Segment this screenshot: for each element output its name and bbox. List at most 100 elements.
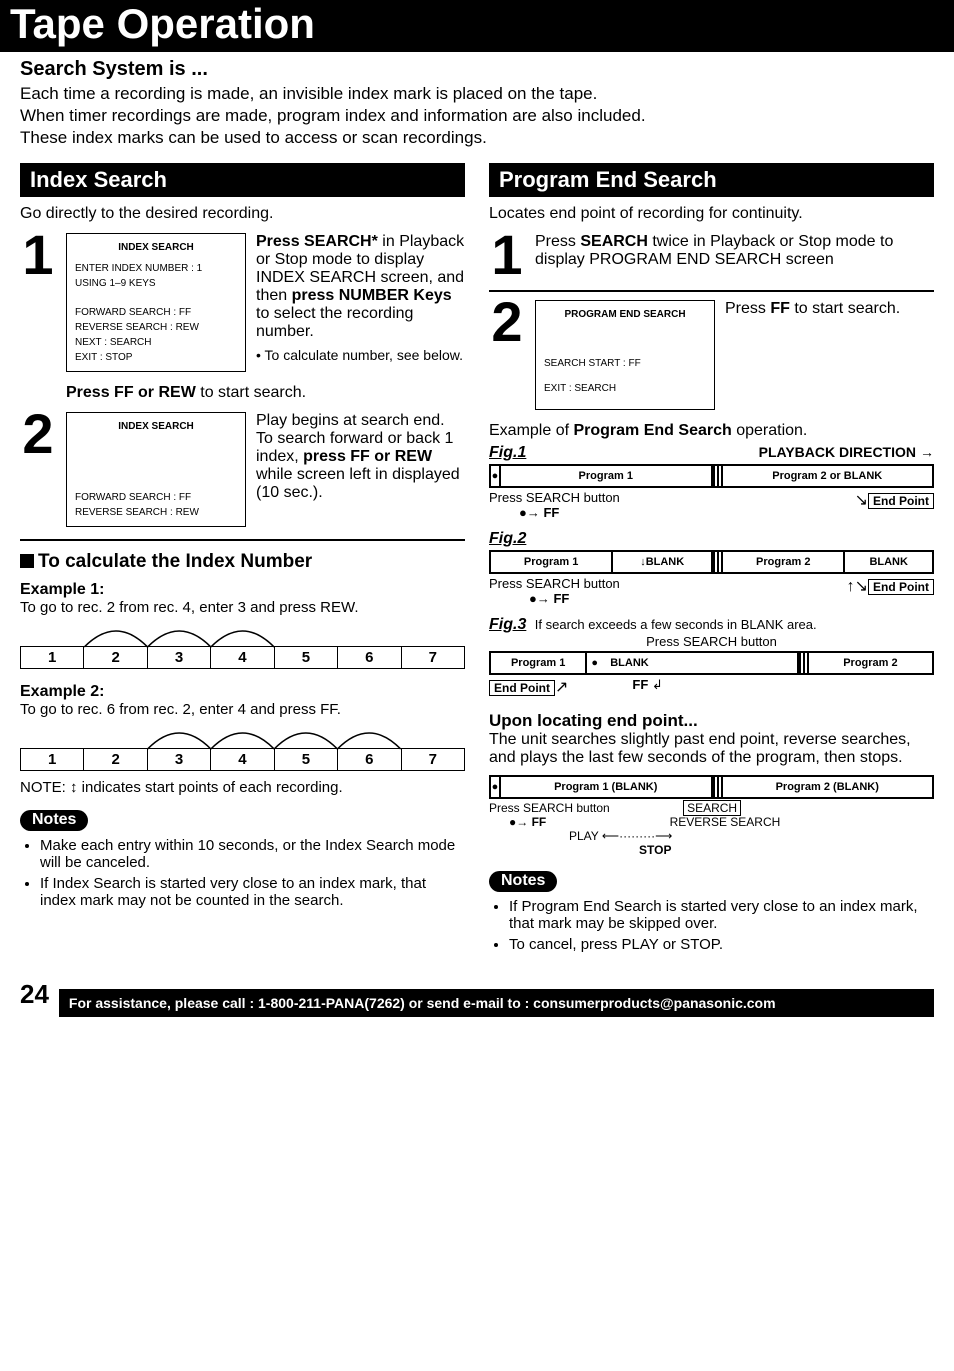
- ff-label: FF: [532, 815, 547, 829]
- index-mark-icon: [713, 466, 723, 486]
- index-mark-icon: [713, 777, 723, 797]
- text: FF: [770, 300, 790, 317]
- fig-3-subtitle: If search exceeds a few seconds in BLANK…: [535, 617, 817, 632]
- play-label: PLAY: [569, 829, 599, 843]
- step-number: 2: [489, 300, 525, 345]
- text: while screen left in displayed (10 sec.)…: [256, 466, 460, 501]
- press-search-caption: Press SEARCH button: [489, 634, 934, 649]
- figure-1: Fig.1 PLAYBACK DIRECTION ● Program 1 Pro…: [489, 444, 934, 520]
- step-number: 1: [489, 233, 525, 278]
- index-mark-icon: [799, 653, 809, 673]
- osd-line: EXIT : STOP: [75, 350, 237, 365]
- rec-cell: 3: [148, 647, 211, 668]
- index-step-2: 2 INDEX SEARCH FORWARD SEARCH : FF REVER…: [20, 412, 465, 527]
- tape-segment: Program 1: [491, 552, 613, 572]
- pes-step-1: 1 Press SEARCH twice in Playback or Stop…: [489, 233, 934, 278]
- index-mark-icon: [713, 552, 723, 572]
- step-1-text: Press SEARCH twice in Playback or Stop m…: [535, 233, 934, 269]
- tape-segment: Program 1: [501, 466, 713, 486]
- tape-diagram: ● Program 1 Program 2 or BLANK: [489, 464, 934, 488]
- osd-line: NEXT : SEARCH: [75, 335, 237, 350]
- osd-line: EXIT : SEARCH: [544, 381, 706, 396]
- rec-cell: 1: [21, 647, 84, 668]
- step-2-text: Play begins at search end. To search for…: [256, 412, 465, 502]
- search-system-heading: Search System is ...: [20, 58, 934, 81]
- rec-cell: 5: [275, 749, 338, 770]
- press-search-caption: Press SEARCH button: [489, 801, 610, 815]
- upon-locating-heading: Upon locating end point...: [489, 711, 934, 731]
- rec-cell: 2: [84, 647, 147, 668]
- fineprint: • To calculate number, see below.: [256, 347, 465, 363]
- fig-1-label: Fig.1: [489, 444, 526, 462]
- osd-line: USING 1–9 KEYS: [75, 276, 237, 291]
- osd-screen-index-2: INDEX SEARCH FORWARD SEARCH : FF REVERSE…: [66, 412, 246, 527]
- number-strip-2: 1 2 3 4 5 6 7: [20, 748, 465, 771]
- text: press FF or REW: [303, 448, 432, 465]
- osd-title: PROGRAM END SEARCH: [544, 307, 706, 322]
- figure-2: Fig.2 Program 1 ↓BLANK Program 2 BLANK P…: [489, 530, 934, 606]
- rec-cell: 4: [211, 647, 274, 668]
- tape-segment: ↓BLANK: [613, 552, 713, 572]
- osd-title: INDEX SEARCH: [75, 240, 237, 255]
- osd-line: REVERSE SEARCH : REW: [75, 320, 237, 335]
- end-point-label: End Point: [489, 680, 555, 696]
- press-search-caption: Press SEARCH button: [489, 576, 620, 591]
- number-strip-1: 1 2 3 4 5 6 7: [20, 646, 465, 669]
- notes-list: If Program End Search is started very cl…: [489, 898, 934, 953]
- note-item: To cancel, press PLAY or STOP.: [509, 936, 934, 953]
- rew-arcs-icon: [21, 623, 464, 647]
- text: Press: [256, 233, 304, 250]
- fig-2-label: Fig.2: [489, 530, 526, 547]
- page-title: Tape Operation: [0, 0, 954, 52]
- tape-diagram: Program 1 ● BLANK Program 2: [489, 651, 934, 675]
- index-step-1: 1 INDEX SEARCH ENTER INDEX NUMBER : 1 US…: [20, 233, 465, 372]
- example-heading: Example of Program End Search operation.: [489, 422, 807, 439]
- osd-line: FORWARD SEARCH : FF: [75, 305, 237, 320]
- step-2-text: Press FF to start search.: [725, 300, 934, 318]
- calc-index-heading: To calculate the Index Number: [20, 551, 465, 573]
- program-end-search-heading: Program End Search: [489, 163, 934, 197]
- osd-line: SEARCH START : FF: [544, 356, 706, 371]
- notes-label: Notes: [489, 871, 557, 892]
- ff-label: FF: [553, 591, 569, 606]
- text: SEARCH: [580, 233, 648, 250]
- intro-paragraph: Each time a recording is made, an invisi…: [20, 83, 934, 149]
- fig-3-label: Fig.3: [489, 616, 526, 633]
- note-indicator: NOTE: ↕ indicates start points of each r…: [20, 779, 465, 796]
- rec-cell: 7: [402, 647, 464, 668]
- rec-cell: 6: [338, 749, 401, 770]
- osd-screen-pes: PROGRAM END SEARCH SEARCH START : FF EXI…: [535, 300, 715, 410]
- tape-segment: Program 2: [723, 552, 845, 572]
- text: to start search.: [790, 300, 900, 317]
- reverse-search-label: REVERSE SEARCH: [670, 815, 781, 829]
- note-item: Make each entry within 10 seconds, or th…: [40, 837, 465, 871]
- tape-segment: Program 2: [809, 653, 932, 673]
- tape-segment: BLANK: [610, 657, 649, 669]
- text: Press: [725, 300, 770, 317]
- end-point-label: End Point: [868, 579, 934, 595]
- ff-label: FF: [543, 505, 559, 520]
- text: to select the recording number.: [256, 305, 413, 340]
- step-1-text: Press SEARCH* in Playback or Stop mode t…: [256, 233, 465, 363]
- rec-cell: 7: [402, 749, 464, 770]
- osd-title: INDEX SEARCH: [75, 419, 237, 434]
- square-bullet-icon: [20, 554, 34, 568]
- rec-cell: 2: [84, 749, 147, 770]
- osd-line: ENTER INDEX NUMBER : 1: [75, 261, 237, 276]
- upon-locating-text: The unit searches slightly past end poin…: [489, 731, 934, 767]
- rec-cell: 1: [21, 749, 84, 770]
- text: To calculate the Index Number: [38, 551, 312, 572]
- rec-cell: 3: [148, 749, 211, 770]
- rec-cell: 6: [338, 647, 401, 668]
- text: Press: [535, 233, 580, 250]
- tape-segment: Program 1: [491, 653, 587, 673]
- ff-label: FF: [632, 677, 648, 692]
- step-number: 2: [20, 412, 56, 457]
- example-2-head: Example 2:: [20, 683, 465, 701]
- example-1-head: Example 1:: [20, 581, 465, 599]
- notes-list: Make each entry within 10 seconds, or th…: [20, 837, 465, 909]
- press-search-caption: Press SEARCH button: [489, 490, 620, 505]
- step-number: 1: [20, 233, 56, 278]
- text: to start search.: [196, 384, 306, 401]
- index-search-heading: Index Search: [20, 163, 465, 197]
